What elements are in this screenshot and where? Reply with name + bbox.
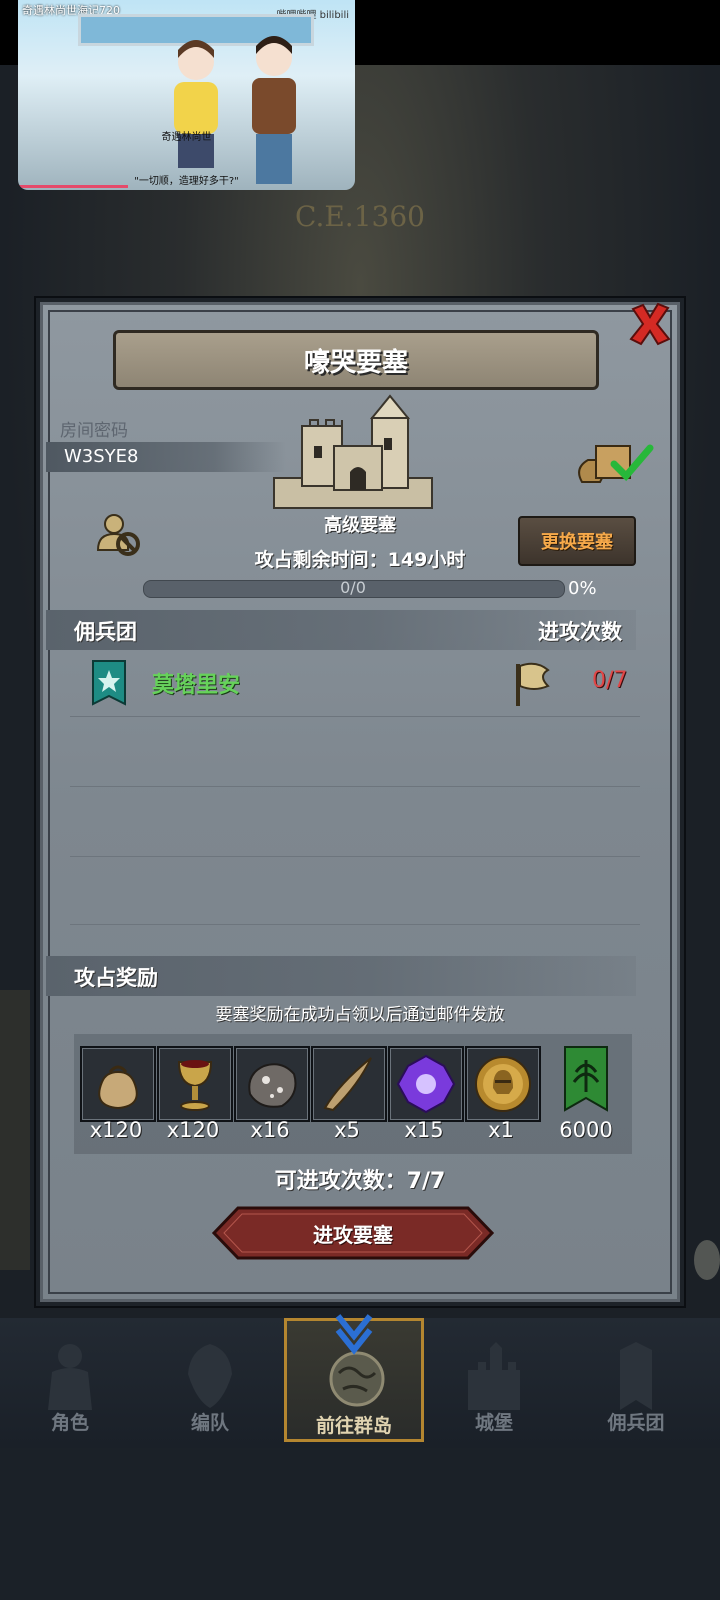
- reward-note: 要塞奖励在成功占领以后通过邮件发放: [215, 1005, 505, 1025]
- attacks-header: 进攻次数: [538, 620, 622, 644]
- row-divider: [70, 716, 640, 717]
- reward-quantity: x15: [404, 1118, 444, 1142]
- background-right-decor: [694, 1240, 720, 1280]
- row-divider: [70, 856, 640, 857]
- reward-quantity: x120: [89, 1118, 143, 1142]
- row-divider: [70, 924, 640, 925]
- video-person-left: [174, 40, 218, 168]
- reward-quantity: x1: [488, 1118, 514, 1142]
- occupation-progress-text: 0/0: [340, 578, 366, 597]
- guild-emblem-icon: [92, 660, 126, 706]
- nav-item-character[interactable]: 角色: [0, 1318, 140, 1442]
- reward-header: 攻占奖励: [74, 966, 158, 990]
- fortress-castle-icon: [273, 394, 433, 509]
- bag-icon: [98, 1065, 138, 1110]
- room-code-value[interactable]: W3SYE8: [64, 446, 139, 467]
- video-person-right: [252, 36, 296, 184]
- reward-quantity: x16: [250, 1118, 290, 1142]
- bag-check-icon[interactable]: [574, 438, 654, 486]
- reward-slot[interactable]: [465, 1046, 541, 1122]
- background-left-decor: [0, 990, 30, 1270]
- attack-fortress-button[interactable]: 进攻要塞: [211, 1206, 495, 1260]
- video-subtitle-top: 奇遇林尚世: [161, 132, 212, 143]
- reward-slot[interactable]: [80, 1046, 156, 1122]
- knight-medal-icon: [475, 1056, 531, 1112]
- guild-attack-count: 0/7: [592, 668, 628, 693]
- nav-item-formation[interactable]: 编队: [140, 1318, 280, 1442]
- reward-slot[interactable]: [157, 1046, 233, 1122]
- available-attacks-label: 可进攻次数：: [274, 1169, 407, 1194]
- ore-icon: [248, 1063, 297, 1108]
- remaining-time: 攻占剩余时间：149小时: [0, 545, 720, 572]
- remaining-time-value: 149: [387, 549, 428, 571]
- era-text: C.E.1360: [295, 200, 425, 233]
- reward-quantity: 6000: [559, 1118, 613, 1142]
- nav-label-castle: 城堡: [474, 1412, 513, 1434]
- floating-video-window[interactable]: 奇遇林尚世海记720 哔哩哔哩 bilibili 奇遇林尚世 "一切顺，造理好多…: [18, 0, 355, 190]
- formation-icon: [188, 1344, 232, 1408]
- attack-fortress-label: 进攻要塞: [313, 1222, 393, 1247]
- reward-slot[interactable]: [311, 1046, 387, 1122]
- row-divider: [70, 786, 640, 787]
- remaining-time-label: 攻占剩余时间：: [254, 549, 388, 571]
- video-progress-bar: [18, 185, 128, 188]
- guild-name[interactable]: 莫塔里安: [152, 667, 240, 699]
- guild-banner-icon[interactable]: [564, 1046, 608, 1114]
- nav-item-castle[interactable]: 城堡: [424, 1318, 564, 1442]
- mercenary-icon: [620, 1342, 652, 1410]
- reward-quantity: x5: [334, 1118, 360, 1142]
- reward-quantity: x120: [166, 1118, 220, 1142]
- nav-label-mercenary: 佣兵团: [607, 1412, 665, 1434]
- occupation-progress-percent: 0%: [568, 578, 597, 599]
- available-attacks: 可进攻次数：7/7: [0, 1163, 720, 1195]
- castle-icon: [468, 1342, 520, 1410]
- bottom-background: [0, 1448, 720, 1600]
- room-code-label: 房间密码: [60, 421, 128, 441]
- remaining-time-unit: 小时: [427, 549, 466, 571]
- close-button[interactable]: [624, 298, 676, 350]
- purple-gem-icon: [396, 1054, 456, 1114]
- mercenary-header: 佣兵团: [74, 620, 137, 644]
- goblet-icon: [177, 1060, 213, 1111]
- nav-item-mercenary[interactable]: 佣兵团: [566, 1318, 706, 1442]
- dialog-title-banner: 嚎哭要塞: [113, 330, 599, 390]
- attack-flag-icon: [516, 662, 550, 706]
- available-attacks-value: 7/7: [406, 1169, 446, 1194]
- reward-slot[interactable]: [234, 1046, 310, 1122]
- dialog-title: 嚎哭要塞: [303, 347, 408, 378]
- nav-label-islands: 前往群岛: [315, 1415, 392, 1437]
- nav-label-character: 角色: [50, 1412, 89, 1434]
- close-icon: [629, 302, 671, 346]
- reward-slot[interactable]: [388, 1046, 464, 1122]
- nav-label-formation: 编队: [190, 1412, 229, 1434]
- horn-icon: [323, 1057, 372, 1112]
- current-location-marker-icon: [335, 1314, 373, 1355]
- character-icon: [48, 1344, 92, 1410]
